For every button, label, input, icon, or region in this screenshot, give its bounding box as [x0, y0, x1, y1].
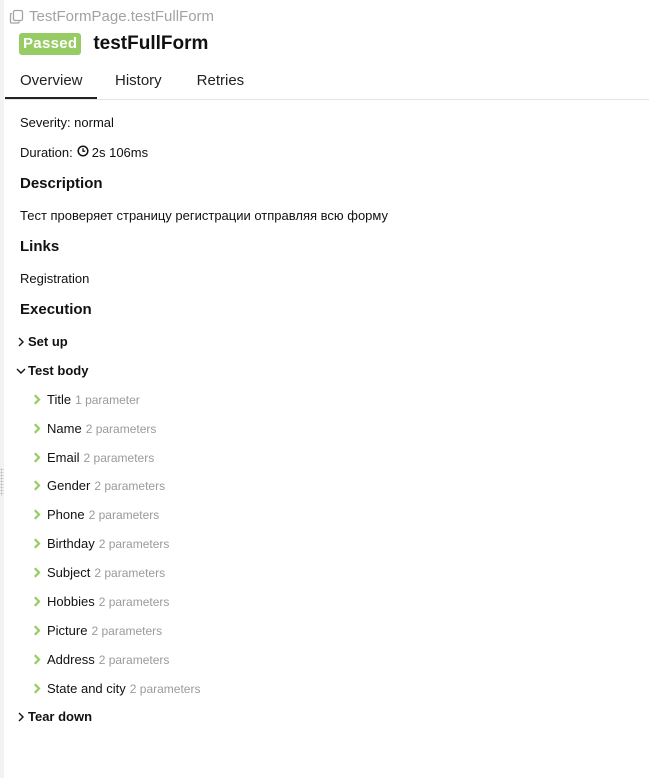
step-params: 2 parameters: [94, 565, 166, 580]
pane-resize-handle[interactable]: [0, 468, 4, 496]
chevron-right-icon: [33, 509, 47, 520]
test-body-stage[interactable]: Test body: [14, 363, 88, 378]
chevron-right-icon: [14, 337, 28, 347]
teardown-stage[interactable]: Tear down: [14, 709, 92, 724]
clock-icon: [77, 145, 89, 160]
severity-text: Severity: normal: [20, 115, 114, 130]
duration-row: Duration: 2s 106ms: [20, 145, 148, 160]
chevron-right-icon: [33, 683, 47, 694]
step-params: 2 parameters: [98, 536, 170, 551]
duration-value: 2s 106ms: [91, 145, 149, 160]
step-email[interactable]: Email 2 parameters: [33, 450, 154, 465]
tab-overview[interactable]: Overview: [5, 64, 97, 99]
chevron-right-icon: [33, 625, 47, 636]
step-name: State and city: [47, 681, 126, 696]
chevron-right-icon: [33, 654, 47, 665]
registration-link[interactable]: Registration: [20, 271, 89, 286]
step-name: Address: [47, 652, 95, 667]
setup-label: Set up: [28, 334, 68, 349]
step-params: 2 parameters: [98, 594, 170, 609]
step-params: 2 parameters: [129, 681, 201, 696]
description-heading: Description: [20, 175, 103, 192]
chevron-right-icon: [33, 452, 47, 463]
execution-heading: Execution: [20, 301, 92, 318]
step-name: Picture: [47, 623, 88, 638]
step-state-and-city[interactable]: State and city 2 parameters: [33, 681, 200, 696]
setup-stage[interactable]: Set up: [14, 334, 68, 349]
test-body-label: Test body: [28, 363, 89, 378]
pane-left-border: [0, 0, 4, 778]
page-title: testFullForm: [93, 33, 209, 54]
tab-history[interactable]: History: [115, 64, 162, 99]
step-name: Phone: [47, 507, 85, 522]
chevron-right-icon: [33, 596, 47, 607]
tab-retries[interactable]: Retries: [197, 64, 245, 99]
step-name: Email: [47, 450, 80, 465]
step-name: Subject: [47, 565, 91, 580]
links-heading: Links: [20, 238, 60, 255]
step-params: 2 parameters: [94, 478, 166, 493]
chevron-down-icon: [14, 367, 28, 375]
breadcrumb[interactable]: TestFormPage.testFullForm: [9, 6, 214, 26]
step-birthday[interactable]: Birthday 2 parameters: [33, 536, 169, 551]
description-text: Тест проверяет страницу регистрации отпр…: [20, 208, 388, 223]
step-name: Gender: [47, 478, 91, 493]
step-params: 2 parameters: [91, 623, 163, 638]
step-name: Title: [47, 392, 72, 407]
step-gender[interactable]: Gender 2 parameters: [33, 478, 165, 493]
step-phone[interactable]: Phone 2 parameters: [33, 507, 159, 522]
step-picture[interactable]: Picture 2 parameters: [33, 623, 162, 638]
duration-label: Duration:: [20, 145, 73, 160]
test-result-pane: TestFormPage.testFullForm Passed testFul…: [0, 0, 649, 778]
step-name-field[interactable]: Name 2 parameters: [33, 421, 156, 436]
step-name: Hobbies: [47, 594, 95, 609]
copy-icon[interactable]: [9, 9, 24, 24]
chevron-right-icon: [33, 567, 47, 578]
step-address[interactable]: Address 2 parameters: [33, 652, 169, 667]
title-row: Passed testFullForm: [19, 33, 208, 55]
tab-bar: Overview History Retries: [5, 64, 649, 100]
step-params: 2 parameters: [98, 652, 170, 667]
step-params: 1 parameter: [75, 392, 140, 407]
step-params: 2 parameters: [83, 450, 155, 465]
chevron-right-icon: [33, 394, 47, 405]
chevron-right-icon: [33, 423, 47, 434]
step-subject[interactable]: Subject 2 parameters: [33, 565, 165, 580]
step-hobbies[interactable]: Hobbies 2 parameters: [33, 594, 169, 609]
chevron-right-icon: [33, 538, 47, 549]
status-badge: Passed: [19, 33, 82, 55]
chevron-right-icon: [14, 712, 28, 722]
chevron-right-icon: [33, 480, 47, 491]
step-name: Name: [47, 421, 82, 436]
breadcrumb-text: TestFormPage.testFullForm: [29, 7, 215, 25]
step-params: 2 parameters: [88, 507, 160, 522]
step-title[interactable]: Title 1 parameter: [33, 392, 140, 407]
step-name: Birthday: [47, 536, 95, 551]
teardown-label: Tear down: [28, 709, 93, 724]
step-params: 2 parameters: [85, 421, 157, 436]
